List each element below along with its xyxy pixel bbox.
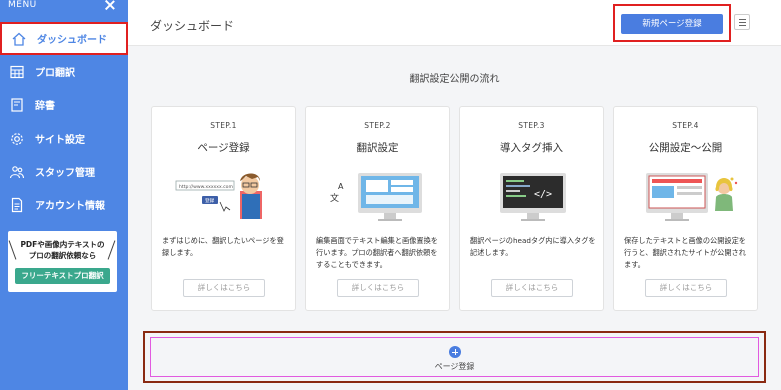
add-page-button[interactable]: ページ登録 [150, 337, 759, 377]
promo-banner[interactable]: PDFや画像内テキストの プロの翻訳依頼なら フリーテキストプロ翻訳 [8, 231, 117, 292]
book-icon [9, 97, 25, 113]
sidebar: MENU ダッシュボード プロ翻訳 辞書 サイト設定 スタッフ管理 アカウント情… [0, 0, 128, 390]
svg-text:</>: </> [534, 189, 552, 200]
document-icon [9, 197, 25, 213]
svg-text:文: 文 [330, 192, 339, 204]
add-page-label: ページ登録 [434, 362, 475, 371]
details-button[interactable]: 詳しくはこちら [491, 279, 573, 297]
header: ダッシュボード 新規ページ登録 [128, 0, 781, 46]
svg-text:A: A [338, 182, 344, 191]
close-icon[interactable] [103, 0, 117, 12]
sidebar-item-label: ダッシュボード [37, 35, 107, 46]
flow-title: 翻訳設定公開の流れ [409, 74, 500, 85]
free-text-pro-translation-button[interactable]: フリーテキストプロ翻訳 [15, 268, 110, 284]
sidebar-item-label: アカウント情報 [35, 201, 105, 212]
details-button[interactable]: 詳しくはこちら [337, 279, 419, 297]
people-icon [9, 164, 25, 180]
step-number: STEP.4 [672, 121, 699, 130]
hamburger-line [739, 19, 746, 20]
step-card-2: STEP.2 翻訳設定 A 文 編集画面でテキスト編集と画像置換を行います。プロ… [305, 106, 450, 311]
step-description: まずはじめに、翻訳したいページを登録します。 [162, 236, 284, 257]
menu-title: MENU [8, 0, 37, 10]
step-card-4: STEP.4 公開設定〜公開 保存したテキストと画像の公開設定を行うと、翻訳され… [613, 106, 758, 311]
plus-icon [449, 346, 461, 358]
sidebar-item-pro-translation[interactable]: プロ翻訳 [0, 55, 128, 88]
promo-text: PDFや画像内テキストの プロの翻訳依頼なら [8, 239, 117, 261]
step-title: 公開設定〜公開 [648, 142, 723, 154]
sidebar-item-dashboard[interactable]: ダッシュボード [0, 22, 128, 55]
promo-line: プロの翻訳依頼なら [28, 251, 97, 260]
calendar-grid-icon [9, 64, 25, 80]
gear-icon [9, 131, 25, 147]
register-label: 登録 [205, 197, 215, 204]
step-number: STEP.2 [364, 121, 391, 130]
sidebar-item-label: サイト設定 [35, 135, 85, 146]
step-description: 編集画面でテキスト編集と画像置換を行います。プロの翻訳者へ翻訳依頼をすることもで… [316, 236, 438, 269]
translation-setting-illustration: A 文 [324, 167, 434, 227]
add-page-highlight: ページ登録 [143, 331, 766, 383]
menu-header: MENU [0, 0, 128, 14]
sidebar-item-label: プロ翻訳 [35, 68, 75, 79]
sidebar-item-label: 辞書 [35, 101, 55, 112]
promo-line: PDFや画像内テキストの [20, 240, 105, 249]
page-title: ダッシュボード [150, 19, 235, 33]
step-title: ページ登録 [197, 142, 250, 154]
new-page-register-button[interactable]: 新規ページ登録 [621, 14, 723, 34]
step-card-1: STEP.1 ページ登録 http://www.xxxxxx.com 登録 まず… [151, 106, 296, 311]
tag-insert-illustration: </> [478, 167, 588, 227]
step-description: 保存したテキストと画像の公開設定を行うと、翻訳されたサイトが公開されます。 [624, 236, 746, 269]
step-title: 翻訳設定 [356, 142, 399, 154]
step-description: 翻訳ページのheadタグ内に導入タグを記述します。 [470, 236, 596, 257]
details-button[interactable]: 詳しくはこちら [183, 279, 265, 297]
details-button[interactable]: 詳しくはこちら [645, 279, 727, 297]
new-page-button-highlight: 新規ページ登録 [613, 4, 731, 42]
step-number: STEP.1 [210, 121, 237, 130]
sidebar-item-account[interactable]: アカウント情報 [0, 188, 128, 221]
sidebar-item-site-settings[interactable]: サイト設定 [0, 122, 128, 155]
hamburger-line [739, 22, 746, 23]
page-register-illustration: http://www.xxxxxx.com 登録 [170, 167, 280, 227]
step-title: 導入タグ挿入 [500, 142, 563, 154]
sidebar-item-dictionary[interactable]: 辞書 [0, 88, 128, 121]
home-icon [11, 31, 27, 47]
hamburger-line [739, 25, 746, 26]
sidebar-item-staff[interactable]: スタッフ管理 [0, 155, 128, 188]
hamburger-icon[interactable] [734, 14, 750, 30]
url-sample: http://www.xxxxxx.com [179, 184, 233, 190]
publish-illustration [632, 167, 742, 227]
sidebar-item-label: スタッフ管理 [35, 168, 95, 179]
step-number: STEP.3 [518, 121, 545, 130]
step-card-3: STEP.3 導入タグ挿入 </> 翻訳ページのheadタグ内に導入タグを記述し… [459, 106, 604, 311]
